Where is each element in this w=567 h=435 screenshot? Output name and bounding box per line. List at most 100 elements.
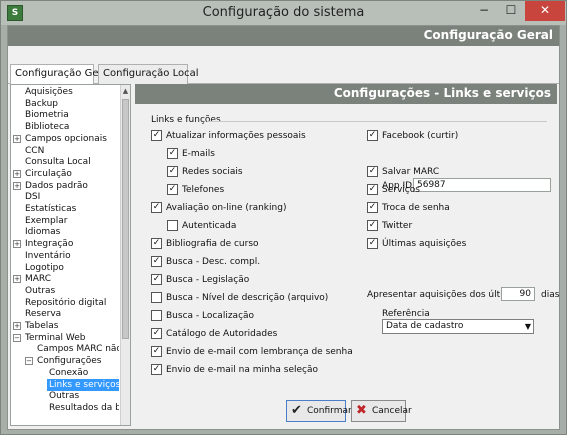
minimize-button[interactable]: − <box>471 1 497 21</box>
tree-item[interactable]: Outras <box>23 285 119 297</box>
checkbox-left_checks[interactable]: ✓ Busca - Legislação <box>151 274 249 286</box>
days-unit: dias <box>541 290 560 300</box>
reference-select[interactable]: Data de cadastro ▼ <box>382 319 534 334</box>
checkbox-right_checks[interactable]: ✓ Facebook (curtir) <box>367 130 458 142</box>
maximize-button[interactable]: ☐ <box>498 1 524 21</box>
tree-item[interactable]: MARC <box>23 273 119 285</box>
tree-item[interactable]: Biometria <box>23 109 119 121</box>
checkmark-icon[interactable]: ✓ <box>151 130 162 141</box>
tree-expander-icon[interactable]: + <box>13 322 21 330</box>
checkmark-icon[interactable]: ✓ <box>151 238 162 249</box>
checkbox-left_checks[interactable]: Busca - Nível de descrição (arquivo) <box>151 292 328 304</box>
checkmark-icon[interactable]: ✓ <box>151 346 162 357</box>
tree-item[interactable]: Aquisições <box>23 86 119 98</box>
checkmark-icon[interactable]: ✓ <box>151 364 162 375</box>
tree-item[interactable]: Resultados da busc <box>47 402 119 414</box>
checkbox-left_checks[interactable]: ✓ Busca - Desc. compl. <box>151 256 260 268</box>
checkbox-right_checks[interactable]: ✓ Salvar MARC <box>367 166 439 178</box>
tree-expander-icon[interactable]: + <box>13 181 21 190</box>
checkmark-icon[interactable]: ✓ <box>367 220 378 231</box>
checkbox-empty-icon[interactable] <box>151 292 162 303</box>
checkbox-left_checks[interactable]: Autenticada <box>167 220 236 232</box>
tab-configuracao-geral[interactable]: Configuração Geral <box>10 64 112 85</box>
checkbox-right_checks[interactable]: ✓ Troca de senha <box>367 202 450 214</box>
checkmark-icon[interactable]: ✓ <box>367 166 378 177</box>
checkbox-left_checks[interactable]: ✓ Envio de e-mail na minha seleção <box>151 364 318 376</box>
checkmark-icon[interactable]: ✓ <box>167 148 178 159</box>
checkbox-left_checks[interactable]: ✓ Bibliografia de curso <box>151 238 259 250</box>
checkmark-icon[interactable]: ✓ <box>367 130 378 141</box>
settings-tree: Aquisições Backup Biometria Biblioteca + Camp… <box>10 84 131 426</box>
checkbox-left_checks[interactable]: ✓ Telefones <box>167 184 224 196</box>
tree-item[interactable]: Configurações <box>35 355 119 367</box>
checkbox-left_checks[interactable]: ✓ Redes sociais <box>167 166 243 178</box>
group-divider <box>207 121 547 122</box>
tree-item[interactable]: Exemplar <box>23 215 119 227</box>
tree-item[interactable]: Integração <box>23 238 119 250</box>
scroll-up-icon[interactable]: ▲ <box>121 85 130 97</box>
header-bar: Configuração Geral <box>8 26 559 46</box>
confirm-button[interactable]: ✔ Confirmar <box>286 400 352 422</box>
checkbox-left_checks[interactable]: Busca - Localização <box>151 310 254 322</box>
tree-item[interactable]: Campos opcionais <box>23 133 119 145</box>
checkbox-right_checks[interactable]: ✓ Twitter <box>367 220 412 232</box>
checkmark-icon[interactable]: ✓ <box>151 256 162 267</box>
tree-item[interactable]: Logotipo <box>23 262 119 274</box>
tree-item[interactable]: Conexão <box>47 367 119 379</box>
tree-item[interactable]: Backup <box>23 98 119 110</box>
checkbox-label: E-mails <box>182 149 215 159</box>
tree-item[interactable]: Consulta Local <box>23 156 119 168</box>
checkbox-left_checks[interactable]: ✓ Catálogo de Autoridades <box>151 328 277 340</box>
checkbox-left_checks[interactable]: ✓ Avaliação on-line (ranking) <box>151 202 286 214</box>
tree-item[interactable]: Estatísticas <box>23 203 119 215</box>
checkbox-label: Twitter <box>382 221 413 231</box>
tree-item[interactable]: Inventário <box>23 250 119 262</box>
chevron-down-icon: ▼ <box>524 322 531 331</box>
checkbox-right_checks[interactable]: ✓ Últimas aquisições <box>367 238 466 250</box>
checkbox-empty-icon[interactable] <box>167 220 178 231</box>
acquisitions-days-input[interactable]: 90 <box>501 287 535 301</box>
tree-expander-icon[interactable]: + <box>13 169 21 178</box>
checkmark-icon[interactable]: ✓ <box>151 202 162 213</box>
tree-item[interactable]: Biblioteca <box>23 121 119 133</box>
tree-item[interactable]: CCN <box>23 145 119 157</box>
checkbox-left_checks[interactable]: ✓ E-mails <box>167 148 215 160</box>
tree-item[interactable]: Circulação <box>23 168 119 180</box>
checkbox-left_checks[interactable]: ✓ Envio de e-mail com lembrança de senha <box>151 346 353 358</box>
tree-scrollbar[interactable]: ▲ <box>120 85 130 425</box>
tree-item[interactable]: Outras <box>47 390 119 402</box>
tree-item[interactable]: Tabelas <box>23 320 119 332</box>
cancel-button[interactable]: ✖ Cancelar <box>351 400 412 422</box>
tree-item[interactable]: Terminal Web <box>23 332 119 344</box>
close-button[interactable]: ✕ <box>525 1 565 21</box>
tab-configuracao-local[interactable]: Configuração Local <box>98 64 199 84</box>
checkbox-empty-icon[interactable] <box>151 310 162 321</box>
tab-strip: Configuração Geral Configuração Local <box>8 64 559 85</box>
confirm-label: Confirmar <box>307 406 352 416</box>
checkmark-icon[interactable]: ✓ <box>367 202 378 213</box>
tree-item[interactable]: Repositório digital <box>23 297 119 309</box>
checkbox-left_checks[interactable]: ✓ Atualizar informações pessoais <box>151 130 306 142</box>
checkmark-icon[interactable]: ✓ <box>367 238 378 249</box>
checkmark-icon[interactable]: ✓ <box>167 166 178 177</box>
scroll-thumb[interactable] <box>122 99 129 339</box>
checkmark-icon[interactable]: ✓ <box>151 274 162 285</box>
checkmark-icon[interactable]: ✓ <box>151 328 162 339</box>
title-bar[interactable]: S Configuração do sistema − ☐ ✕ <box>1 1 566 25</box>
tree-expander-icon[interactable]: − <box>25 357 33 366</box>
checkbox-label: Troca de senha <box>382 203 450 213</box>
tree-expander-icon[interactable]: + <box>13 275 21 284</box>
tree-item[interactable]: Dados padrão <box>23 180 119 192</box>
tree-item[interactable]: DSI <box>23 191 119 203</box>
tree-item[interactable]: Reserva <box>23 308 119 320</box>
tree-item[interactable]: Campos MARC não ap <box>35 343 119 355</box>
tree-expander-icon[interactable]: + <box>13 240 21 249</box>
tree-item[interactable]: Idiomas <box>23 226 119 238</box>
tree-item[interactable]: Links e serviços <box>47 378 119 391</box>
checkbox-right_checks[interactable]: ✓ Serviços <box>367 184 420 196</box>
checkmark-icon[interactable]: ✓ <box>167 184 178 195</box>
app-id-input[interactable]: 56987 <box>413 178 551 192</box>
checkmark-icon[interactable]: ✓ <box>367 184 378 195</box>
tree-expander-icon[interactable]: + <box>13 134 21 143</box>
tree-expander-icon[interactable]: − <box>13 333 21 342</box>
